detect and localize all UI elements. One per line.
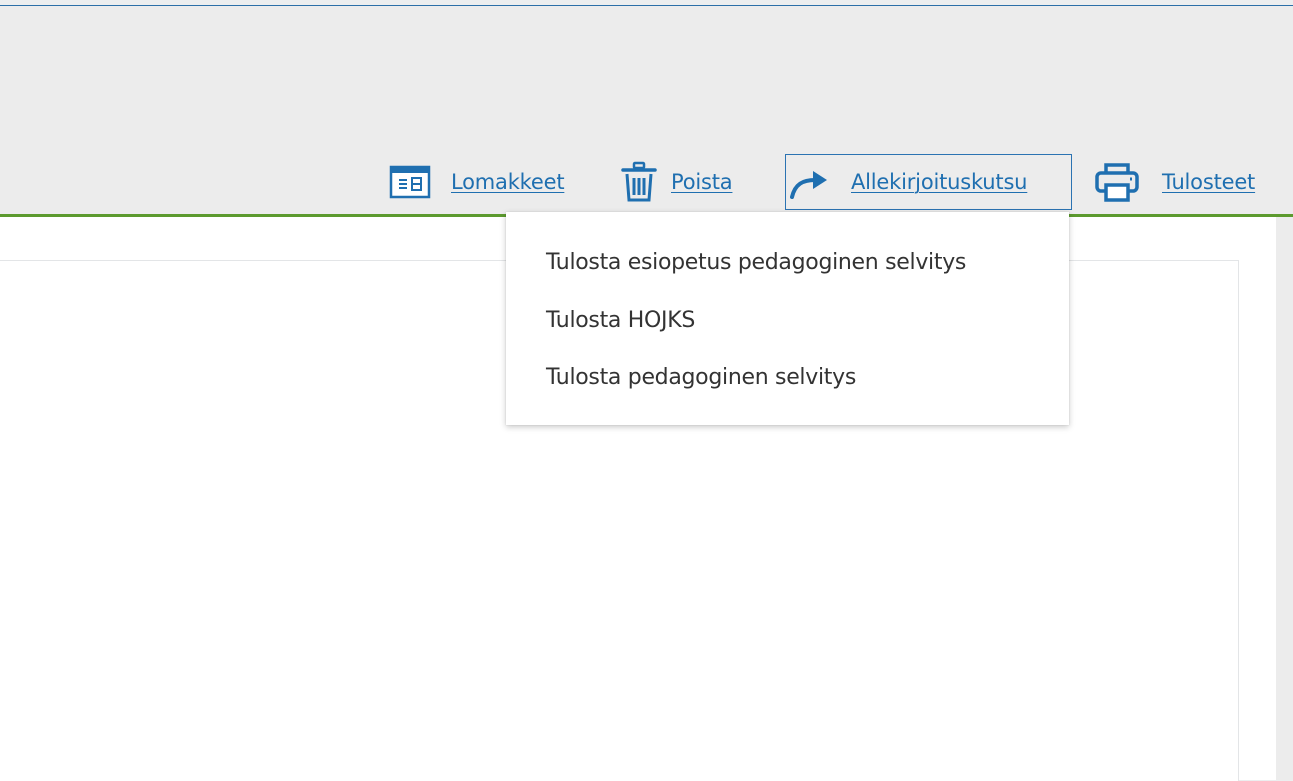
menu-item-print-preschool-pedagogical-report[interactable]: Tulosta esiopetus pedagoginen selvitys	[546, 250, 966, 275]
menu-item-print-hojks[interactable]: Tulosta HOJKS	[546, 308, 695, 333]
trash-icon	[621, 160, 657, 204]
lomakkeet-button[interactable]: Lomakkeet	[389, 152, 565, 212]
top-bar	[0, 0, 1293, 6]
form-icon	[389, 162, 433, 202]
tulosteet-label: Tulosteet	[1162, 170, 1256, 194]
allekirjoituskutsu-button[interactable]: Allekirjoituskutsu	[785, 154, 1072, 210]
poista-label: Poista	[671, 170, 733, 194]
printer-icon	[1094, 161, 1140, 203]
print-menu-dropdown: Tulosta esiopetus pedagoginen selvitys T…	[506, 212, 1069, 425]
poista-button[interactable]: Poista	[621, 152, 733, 212]
scrollbar-track[interactable]	[1276, 217, 1293, 780]
share-arrow-icon	[789, 164, 831, 200]
menu-item-print-pedagogical-report[interactable]: Tulosta pedagoginen selvitys	[546, 365, 856, 390]
tulosteet-button[interactable]: Tulosteet	[1094, 152, 1255, 212]
lomakkeet-label: Lomakkeet	[451, 170, 565, 194]
action-toolbar: Lomakkeet Poista Allekirjoituskutsu Tulo…	[0, 152, 1293, 212]
allekirjoituskutsu-label: Allekirjoituskutsu	[851, 170, 1028, 194]
